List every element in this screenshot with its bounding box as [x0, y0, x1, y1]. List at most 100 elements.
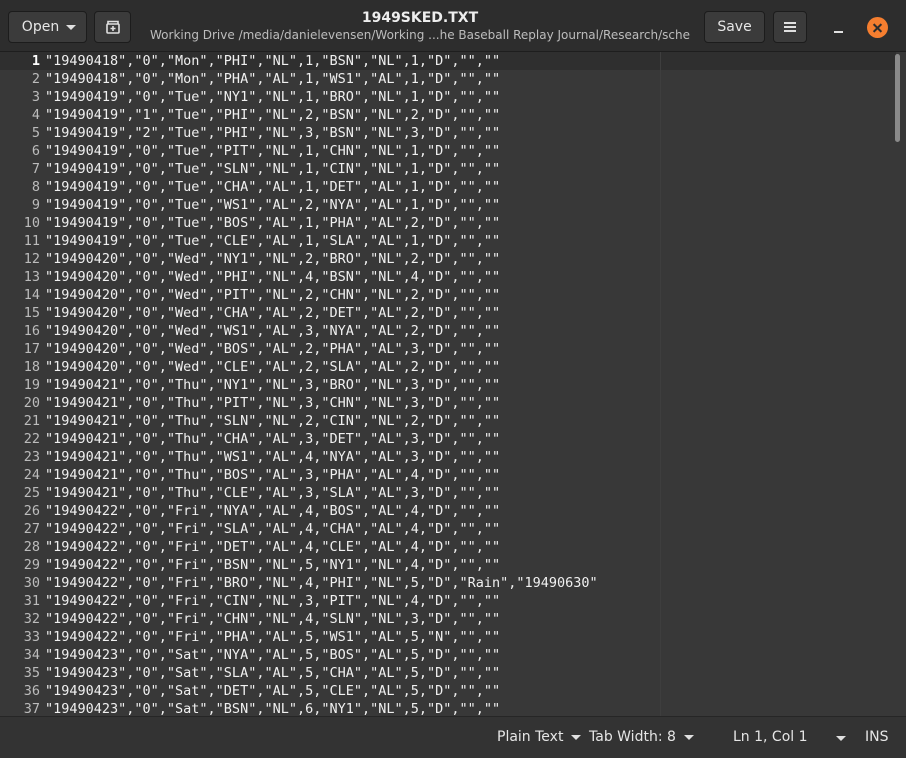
line-text[interactable]: "19490419","0","Tue","BOS","AL",1,"PHA",…	[40, 214, 500, 232]
line-text[interactable]: "19490423","0","Sat","NYA","AL",5,"BOS",…	[40, 646, 500, 664]
line-text[interactable]: "19490420","0","Wed","PIT","NL",2,"CHN",…	[40, 286, 500, 304]
text-line[interactable]: 29 "19490422","0","Fri","BSN","NL",5,"NY1…	[0, 556, 598, 574]
line-text[interactable]: "19490422","0","Fri","BSN","NL",5,"NY1",…	[40, 556, 500, 574]
text-line[interactable]: 32 "19490422","0","Fri","CHN","NL",4,"SLN…	[0, 610, 598, 628]
line-text[interactable]: "19490420","0","Wed","WS1","AL",3,"NYA",…	[40, 322, 500, 340]
text-line[interactable]: 34 "19490423","0","Sat","NYA","AL",5,"BOS…	[0, 646, 598, 664]
save-button[interactable]: Save	[704, 11, 765, 43]
line-text[interactable]: "19490419","0","Tue","NY1","NL",1,"BRO",…	[40, 88, 500, 106]
cursor-position[interactable]: Ln 1, Col 1	[733, 729, 808, 745]
insert-mode-label: INS	[865, 729, 889, 745]
line-text[interactable]: "19490419","1","Tue","PHI","NL",2,"BSN",…	[40, 106, 500, 124]
text-line[interactable]: 13 "19490420","0","Wed","PHI","NL",4,"BSN…	[0, 268, 598, 286]
tab-width-selector[interactable]: Tab Width: 8	[589, 729, 694, 745]
text-line[interactable]: 18 "19490420","0","Wed","CLE","AL",2,"SLA…	[0, 358, 598, 376]
text-line[interactable]: 33 "19490422","0","Fri","PHA","AL",5,"WS1…	[0, 628, 598, 646]
status-bar: Plain Text Tab Width: 8 Ln 1, Col 1 INS	[0, 716, 906, 758]
text-line[interactable]: 2 "19490418","0","Mon","PHA","AL",1,"WS1"…	[0, 70, 598, 88]
line-text[interactable]: "19490420","0","Wed","CLE","AL",2,"SLA",…	[40, 358, 500, 376]
close-icon[interactable]	[867, 17, 888, 38]
text-lines[interactable]: 1 "19490418","0","Mon","PHI","NL",1,"BSN"…	[0, 52, 598, 716]
line-text[interactable]: "19490422","0","Fri","NYA","AL",4,"BOS",…	[40, 502, 500, 520]
vertical-scrollbar[interactable]	[895, 54, 900, 142]
line-text[interactable]: "19490422","0","Fri","PHA","AL",5,"WS1",…	[40, 628, 500, 646]
line-text[interactable]: "19490421","0","Thu","PIT","NL",3,"CHN",…	[40, 394, 500, 412]
line-text[interactable]: "19490419","0","Tue","CLE","AL",1,"SLA",…	[40, 232, 500, 250]
text-line[interactable]: 3 "19490419","0","Tue","NY1","NL",1,"BRO"…	[0, 88, 598, 106]
line-text[interactable]: "19490421","0","Thu","SLN","NL",2,"CIN",…	[40, 412, 500, 430]
line-text[interactable]: "19490420","0","Wed","BOS","AL",2,"PHA",…	[40, 340, 500, 358]
line-text[interactable]: "19490421","0","Thu","NY1","NL",3,"BRO",…	[40, 376, 500, 394]
insert-mode-indicator[interactable]: INS	[865, 729, 889, 745]
line-text[interactable]: "19490420","0","Wed","PHI","NL",4,"BSN",…	[40, 268, 500, 286]
line-text[interactable]: "19490421","0","Thu","CLE","AL",3,"SLA",…	[40, 484, 500, 502]
new-tab-button[interactable]	[94, 11, 131, 43]
text-line[interactable]: 20 "19490421","0","Thu","PIT","NL",3,"CHN…	[0, 394, 598, 412]
text-line[interactable]: 28 "19490422","0","Fri","DET","AL",4,"CLE…	[0, 538, 598, 556]
open-button[interactable]: Open	[8, 11, 87, 43]
line-text[interactable]: "19490423","0","Sat","DET","AL",5,"CLE",…	[40, 682, 500, 700]
text-line[interactable]: 36 "19490423","0","Sat","DET","AL",5,"CLE…	[0, 682, 598, 700]
line-text[interactable]: "19490419","0","Tue","SLN","NL",1,"CIN",…	[40, 160, 500, 178]
text-line[interactable]: 1 "19490418","0","Mon","PHI","NL",1,"BSN"…	[0, 52, 598, 70]
text-line[interactable]: 8 "19490419","0","Tue","CHA","AL",1,"DET"…	[0, 178, 598, 196]
line-text[interactable]: "19490419","0","Tue","CHA","AL",1,"DET",…	[40, 178, 500, 196]
text-line[interactable]: 16 "19490420","0","Wed","WS1","AL",3,"NYA…	[0, 322, 598, 340]
text-line[interactable]: 23 "19490421","0","Thu","WS1","AL",4,"NYA…	[0, 448, 598, 466]
text-line[interactable]: 30 "19490422","0","Fri","BRO","NL",4,"PHI…	[0, 574, 598, 592]
text-line[interactable]: 9 "19490419","0","Tue","WS1","AL",2,"NYA"…	[0, 196, 598, 214]
line-text[interactable]: "19490421","0","Thu","BOS","AL",3,"PHA",…	[40, 466, 500, 484]
line-text[interactable]: "19490420","0","Wed","NY1","NL",2,"BRO",…	[40, 250, 500, 268]
text-line[interactable]: 11 "19490419","0","Tue","CLE","AL",1,"SLA…	[0, 232, 598, 250]
language-label: Plain Text	[497, 729, 564, 745]
line-number: 8	[31, 179, 40, 195]
right-margin-guide	[660, 52, 661, 716]
line-text[interactable]: "19490422","0","Fri","BRO","NL",4,"PHI",…	[40, 574, 598, 592]
line-text[interactable]: "19490422","0","Fri","CIN","NL",3,"PIT",…	[40, 592, 500, 610]
line-text[interactable]: "19490423","0","Sat","BSN","NL",6,"NY1",…	[40, 700, 500, 716]
line-text[interactable]: "19490420","0","Wed","CHA","AL",2,"DET",…	[40, 304, 500, 322]
line-text[interactable]: "19490422","0","Fri","DET","AL",4,"CLE",…	[40, 538, 500, 556]
text-line[interactable]: 17 "19490420","0","Wed","BOS","AL",2,"PHA…	[0, 340, 598, 358]
line-number: 10	[23, 215, 40, 231]
text-line[interactable]: 26 "19490422","0","Fri","NYA","AL",4,"BOS…	[0, 502, 598, 520]
text-line[interactable]: 31 "19490422","0","Fri","CIN","NL",3,"PIT…	[0, 592, 598, 610]
text-line[interactable]: 6 "19490419","0","Tue","PIT","NL",1,"CHN"…	[0, 142, 598, 160]
line-text[interactable]: "19490422","0","Fri","CHN","NL",4,"SLN",…	[40, 610, 500, 628]
text-line[interactable]: 21 "19490421","0","Thu","SLN","NL",2,"CIN…	[0, 412, 598, 430]
text-line[interactable]: 27 "19490422","0","Fri","SLA","AL",4,"CHA…	[0, 520, 598, 538]
text-editor[interactable]: 1 "19490418","0","Mon","PHI","NL",1,"BSN"…	[0, 52, 906, 716]
text-line[interactable]: 37 "19490423","0","Sat","BSN","NL",6,"NY1…	[0, 700, 598, 716]
line-text[interactable]: "19490418","0","Mon","PHA","AL",1,"WS1",…	[40, 70, 500, 88]
text-line[interactable]: 15 "19490420","0","Wed","CHA","AL",2,"DET…	[0, 304, 598, 322]
line-number: 21	[23, 413, 40, 429]
line-number: 5	[31, 125, 40, 141]
line-text[interactable]: "19490419","2","Tue","PHI","NL",3,"BSN",…	[40, 124, 500, 142]
line-text[interactable]: "19490421","0","Thu","WS1","AL",4,"NYA",…	[40, 448, 500, 466]
text-line[interactable]: 10 "19490419","0","Tue","BOS","AL",1,"PHA…	[0, 214, 598, 232]
text-line[interactable]: 35 "19490423","0","Sat","SLA","AL",5,"CHA…	[0, 664, 598, 682]
text-line[interactable]: 12 "19490420","0","Wed","NY1","NL",2,"BRO…	[0, 250, 598, 268]
line-text[interactable]: "19490422","0","Fri","SLA","AL",4,"CHA",…	[40, 520, 500, 538]
text-line[interactable]: 22 "19490421","0","Thu","CHA","AL",3,"DET…	[0, 430, 598, 448]
position-dropdown[interactable]	[828, 736, 846, 741]
text-line[interactable]: 4 "19490419","1","Tue","PHI","NL",2,"BSN"…	[0, 106, 598, 124]
line-number: 9	[31, 197, 40, 213]
text-line[interactable]: 19 "19490421","0","Thu","NY1","NL",3,"BRO…	[0, 376, 598, 394]
line-number: 27	[23, 521, 40, 537]
menu-button[interactable]	[773, 11, 807, 43]
line-number: 12	[23, 251, 40, 267]
text-line[interactable]: 5 "19490419","2","Tue","PHI","NL",3,"BSN"…	[0, 124, 598, 142]
line-text[interactable]: "19490419","0","Tue","WS1","AL",2,"NYA",…	[40, 196, 500, 214]
text-line[interactable]: 25 "19490421","0","Thu","CLE","AL",3,"SLA…	[0, 484, 598, 502]
line-text[interactable]: "19490421","0","Thu","CHA","AL",3,"DET",…	[40, 430, 500, 448]
line-text[interactable]: "19490418","0","Mon","PHI","NL",1,"BSN",…	[40, 52, 500, 70]
language-selector[interactable]: Plain Text	[497, 729, 582, 745]
minimize-icon[interactable]	[834, 31, 843, 33]
text-line[interactable]: 7 "19490419","0","Tue","SLN","NL",1,"CIN"…	[0, 160, 598, 178]
line-number: 37	[23, 701, 40, 716]
line-text[interactable]: "19490423","0","Sat","SLA","AL",5,"CHA",…	[40, 664, 500, 682]
text-line[interactable]: 24 "19490421","0","Thu","BOS","AL",3,"PHA…	[0, 466, 598, 484]
text-line[interactable]: 14 "19490420","0","Wed","PIT","NL",2,"CHN…	[0, 286, 598, 304]
line-text[interactable]: "19490419","0","Tue","PIT","NL",1,"CHN",…	[40, 142, 500, 160]
